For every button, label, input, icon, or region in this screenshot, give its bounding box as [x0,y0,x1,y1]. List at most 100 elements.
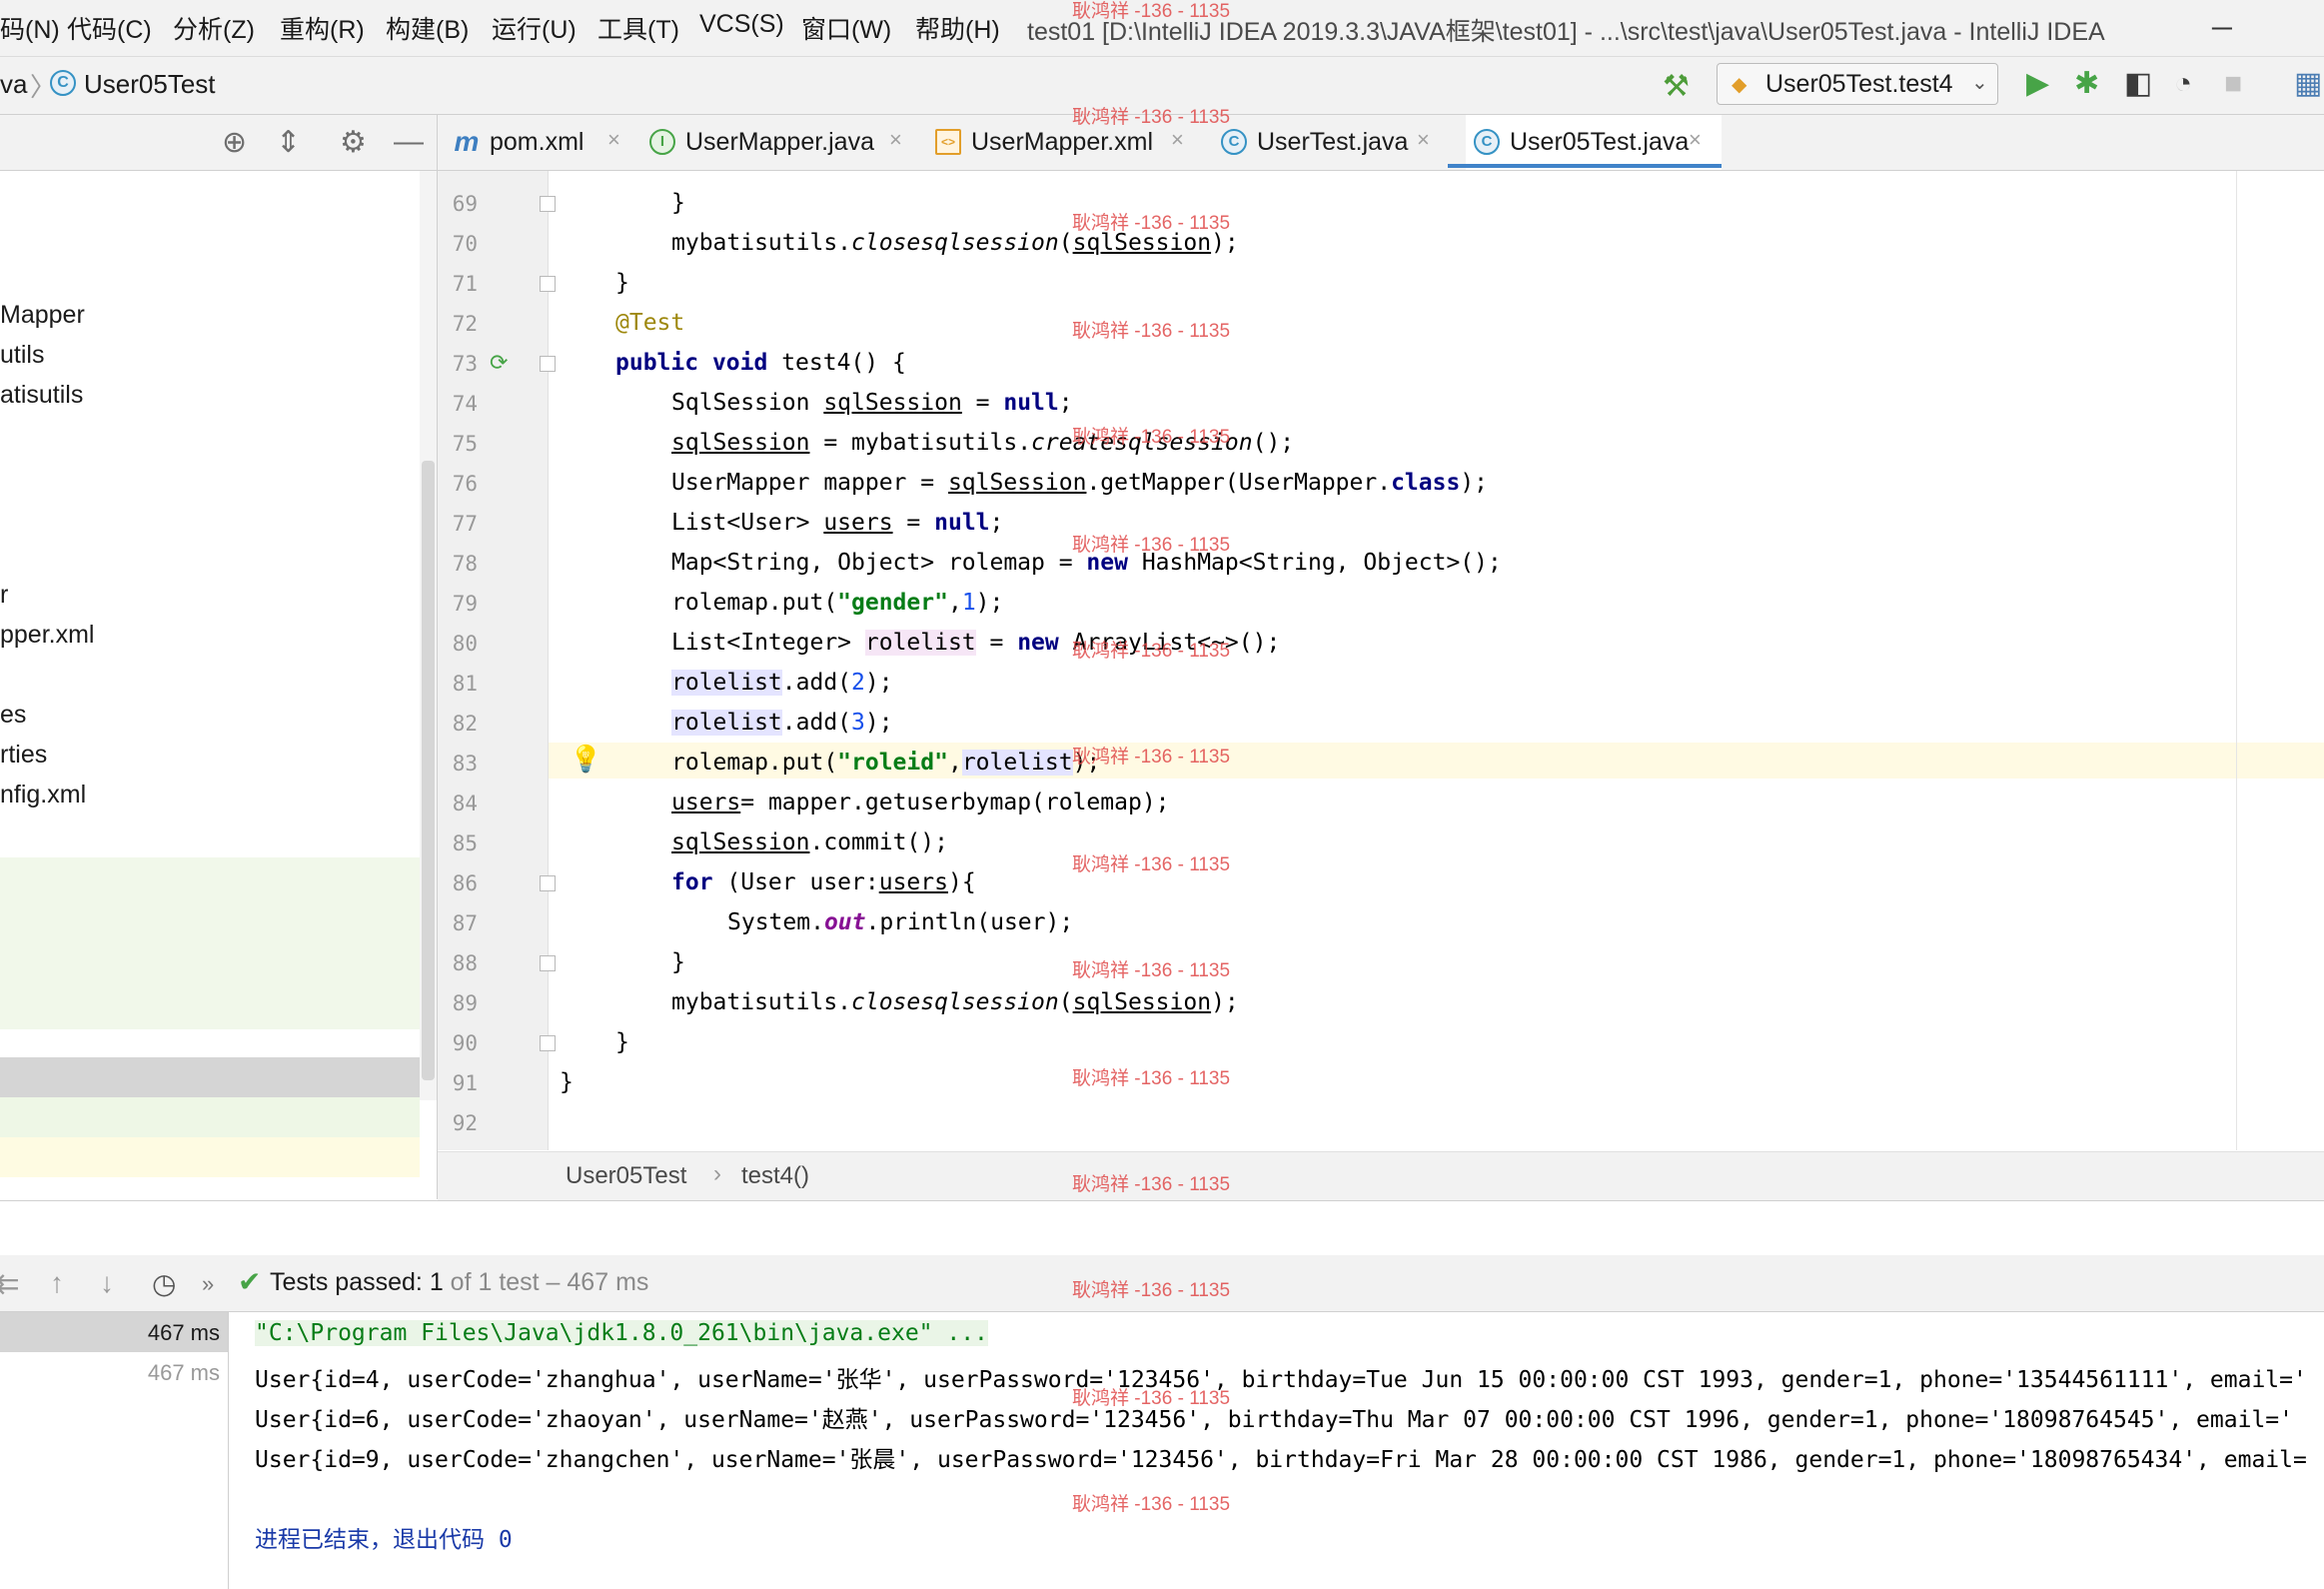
nav-crumb-folder[interactable]: va [0,69,27,100]
menu-build[interactable]: 构建(B) [386,10,469,46]
profiler-icon[interactable]: ◔ [2174,69,2192,99]
menu-window[interactable]: 窗口(W) [801,10,891,46]
menu-tools[interactable]: 工具(T) [597,10,679,46]
breadcrumb-class[interactable]: User05Test [566,1162,686,1190]
fold-marker-icon[interactable] [540,276,556,292]
console-exit-message: 进程已结束，退出代码 0 [255,1527,513,1553]
tree-item[interactable]: Mapper [0,301,85,330]
history-clock-icon[interactable]: ◷ [152,1267,176,1300]
code-line[interactable]: users= mapper.getuserbymap(rolemap); [671,790,1170,815]
test-class-icon: C [1474,129,1500,155]
menu-navigate[interactable]: 码(N) [0,10,60,46]
collapse-all-icon[interactable]: ⇕ [276,125,301,160]
fold-marker-icon[interactable] [540,356,556,372]
lightbulb-icon[interactable]: 💡 [570,744,601,775]
tree-item[interactable]: r [0,581,8,610]
watermark-text: 耿鸿祥 -136 - 1135 [1072,960,1231,981]
close-icon[interactable]: × [889,127,902,153]
breadcrumb-separator: › [713,1160,721,1187]
watermark-text: 耿鸿祥 -136 - 1135 [1072,213,1231,234]
nav-crumb-file[interactable]: User05Test [84,69,216,100]
more-actions-icon[interactable]: » [202,1271,214,1297]
tree-item[interactable]: pper.xml [0,621,94,650]
fold-marker-icon[interactable] [540,1035,556,1051]
project-scrollbar-thumb[interactable] [422,461,435,1080]
code-line[interactable]: SqlSession sqlSession = null; [671,390,1073,416]
code-line[interactable]: List<User> users = null; [671,510,1003,536]
debug-bug-icon[interactable]: ✱ [2074,69,2099,99]
arrow-down-icon[interactable]: ↓ [100,1267,114,1299]
tree-item[interactable]: rties [0,741,47,770]
breadcrumb-method[interactable]: test4() [741,1162,809,1190]
line-number: 73 [452,352,478,376]
minimize-icon[interactable]: ─ [2212,12,2232,44]
close-icon[interactable]: × [1417,127,1430,153]
code-line[interactable]: System.out.println(user); [727,909,1073,935]
code-line[interactable]: } [560,1069,574,1095]
watermark-text: 耿鸿祥 -136 - 1135 [1072,321,1231,342]
code-line[interactable]: } [615,270,629,296]
console-output-line: User{id=4, userCode='zhanghua', userName… [255,1367,2307,1393]
gear-icon[interactable]: ⚙ [340,125,367,160]
fold-marker-icon[interactable] [540,955,556,971]
console-output[interactable]: "C:\Program Files\Java\jdk1.8.0_261\bin\… [229,1312,2324,1589]
test-results-tree: 467 ms 467 ms [0,1312,229,1589]
tree-selected-row[interactable] [0,1057,420,1097]
watermark-text: 耿鸿祥 -136 - 1135 [1072,535,1231,556]
code-line[interactable]: public void test4() { [615,350,906,376]
watermark-text: 耿鸿祥 -136 - 1135 [1072,107,1231,128]
menu-refactor[interactable]: 重构(R) [280,10,365,46]
arrow-up-icon[interactable]: ↑ [50,1267,64,1299]
menu-code[interactable]: 代码(C) [67,10,152,46]
menu-vcs[interactable]: VCS(S) [699,10,784,39]
tree-item[interactable]: utils [0,341,44,370]
code-line[interactable]: } [615,1029,629,1055]
project-scrollbar[interactable] [420,171,437,1100]
menu-help[interactable]: 帮助(H) [915,10,1000,46]
line-number: 87 [452,911,478,935]
tab-pom-xml[interactable]: m pom.xml × [454,115,623,170]
line-number: 84 [452,792,478,815]
tree-item[interactable]: atisutils [0,381,83,410]
project-structure-icon[interactable]: ▦ [2294,69,2322,99]
close-icon[interactable]: × [1689,127,1702,153]
code-line[interactable]: } [671,190,685,216]
code-line[interactable]: for (User user:users){ [671,869,976,895]
hide-panel-icon[interactable]: — [394,125,424,159]
test-class-icon: C [1221,129,1247,155]
code-line[interactable]: sqlSession.commit(); [671,829,948,855]
test-duration: 467 ms [147,1360,220,1385]
build-hammer-icon[interactable]: ⚒ [1663,69,1690,104]
stop-icon[interactable]: ■ [2224,69,2242,99]
close-icon[interactable]: × [607,127,620,153]
tab-user05test-java[interactable]: C User05Test.java [1466,115,1722,170]
menu-run[interactable]: 运行(U) [492,10,577,46]
menu-analyze[interactable]: 分析(Z) [173,10,255,46]
expand-all-icon[interactable]: ⇇ [0,1267,19,1300]
tree-row-highlight-yellow [0,1137,420,1177]
code-line[interactable]: rolelist.add(3); [671,710,893,736]
code-line[interactable]: @Test [615,310,684,336]
fold-marker-icon[interactable] [540,875,556,891]
tab-usertest-java[interactable]: C UserTest.java [1221,115,1417,170]
code-line[interactable]: } [671,949,685,975]
tool-window-splitter[interactable] [0,1200,2324,1257]
run-configuration-selector[interactable]: ◆ User05Test.test4 ⌄ [1717,63,1998,105]
locate-target-icon[interactable]: ⊕ [222,125,247,160]
run-icon[interactable]: ▶ [2026,69,2049,99]
line-number: 75 [452,432,478,456]
tab-label: UserMapper.java [685,128,874,156]
code-line[interactable]: rolemap.put("roleid",rolelist); [671,750,1100,776]
code-line[interactable]: rolelist.add(2); [671,670,893,696]
watermark-text: 耿鸿祥 -136 - 1135 [1072,1068,1231,1089]
run-with-coverage-icon[interactable]: ◧ [2124,69,2152,99]
fold-marker-icon[interactable] [540,196,556,212]
tab-usermapper-java[interactable]: I UserMapper.java [649,115,874,170]
code-line[interactable]: UserMapper mapper = sqlSession.getMapper… [671,470,1488,496]
code-line[interactable]: rolemap.put("gender",1); [671,590,1003,616]
run-test-gutter-icon[interactable]: ⟳ [490,350,508,376]
close-icon[interactable]: × [1171,127,1184,153]
tree-item[interactable]: nfig.xml [0,781,86,809]
code-line[interactable]: mybatisutils.closesqlsession(sqlSession)… [671,989,1239,1015]
tree-item[interactable]: es [0,701,26,730]
